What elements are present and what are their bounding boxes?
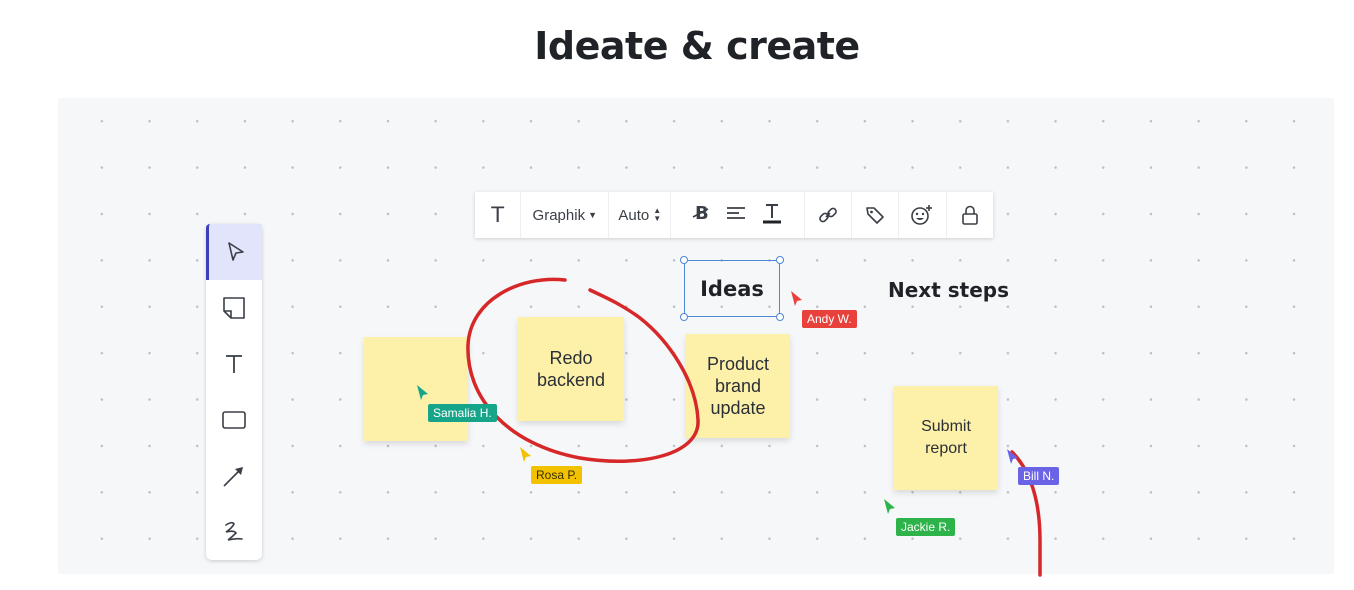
add-emoji-icon bbox=[911, 205, 933, 225]
cursor-bill-icon bbox=[1007, 449, 1018, 464]
link-button[interactable] bbox=[805, 192, 852, 238]
resize-handle[interactable] bbox=[680, 313, 688, 321]
collaborator-tag-andy: Andy W. bbox=[802, 310, 857, 328]
ideas-label: Ideas bbox=[700, 276, 764, 301]
bold-strike-icon[interactable]: B bbox=[692, 203, 710, 227]
font-size-value: Auto bbox=[618, 206, 650, 224]
tool-palette bbox=[206, 224, 262, 560]
cursor-jackie-icon bbox=[884, 499, 895, 514]
rectangle-icon bbox=[222, 411, 246, 429]
lock-button[interactable] bbox=[947, 192, 993, 238]
cursor-samalia-icon bbox=[417, 385, 428, 400]
text-tool[interactable] bbox=[206, 336, 262, 392]
text-color-icon[interactable] bbox=[762, 202, 782, 228]
collaborator-tag-bill: Bill N. bbox=[1018, 467, 1060, 485]
up-down-icon: ▲ ▼ bbox=[653, 206, 662, 223]
sticky-note-icon bbox=[223, 297, 245, 319]
line-tool[interactable] bbox=[206, 448, 262, 504]
collaborator-tag-rosa: Rosa P. bbox=[531, 466, 583, 484]
collaborator-tag-samalia: Samalia H. bbox=[428, 404, 497, 422]
tag-button[interactable] bbox=[852, 192, 900, 238]
font-family-value: Graphik bbox=[532, 206, 586, 224]
collaborator-tag-jackie: Jackie R. bbox=[896, 518, 956, 536]
lock-icon bbox=[961, 205, 978, 225]
align-left-icon[interactable] bbox=[726, 205, 746, 225]
sticky-note[interactable]: Redo backend bbox=[518, 317, 624, 421]
freehand-draw-icon bbox=[225, 521, 243, 541]
resize-handle[interactable] bbox=[776, 256, 784, 264]
font-size-stepper[interactable]: Auto ▲ ▼ bbox=[609, 192, 672, 238]
reaction-button[interactable] bbox=[899, 192, 947, 238]
text-tool-icon bbox=[226, 355, 242, 373]
caret-down-icon: ▼ bbox=[588, 210, 597, 220]
sticky-note-tool[interactable] bbox=[206, 280, 262, 336]
shape-tool[interactable] bbox=[206, 392, 262, 448]
resize-handle[interactable] bbox=[776, 313, 784, 321]
cursor-rosa-icon bbox=[520, 447, 531, 462]
text-style-button[interactable]: T bbox=[475, 192, 522, 238]
cursor-andy-icon bbox=[791, 291, 802, 306]
line-arrow-icon bbox=[223, 467, 243, 487]
sticky-note[interactable]: Product brand update bbox=[686, 334, 790, 438]
text-format-toolbar: T Graphik ▼ Auto ▲▼ B bbox=[475, 192, 993, 238]
ideas-text-selected[interactable]: Ideas bbox=[684, 260, 780, 317]
resize-handle[interactable] bbox=[680, 256, 688, 264]
text-format-group: B bbox=[671, 192, 805, 238]
text-glyph: T bbox=[491, 203, 505, 227]
next-steps-label[interactable]: Next steps bbox=[888, 278, 1009, 302]
select-arrow-icon bbox=[227, 242, 244, 261]
select-tool[interactable] bbox=[206, 224, 262, 280]
tag-icon bbox=[866, 207, 884, 224]
page-heading: Ideate & create bbox=[534, 24, 860, 68]
font-family-dropdown[interactable]: Graphik ▼ bbox=[521, 192, 610, 238]
draw-tool[interactable] bbox=[206, 504, 262, 560]
sticky-note[interactable]: Submit report bbox=[894, 386, 998, 490]
link-icon bbox=[818, 207, 837, 223]
